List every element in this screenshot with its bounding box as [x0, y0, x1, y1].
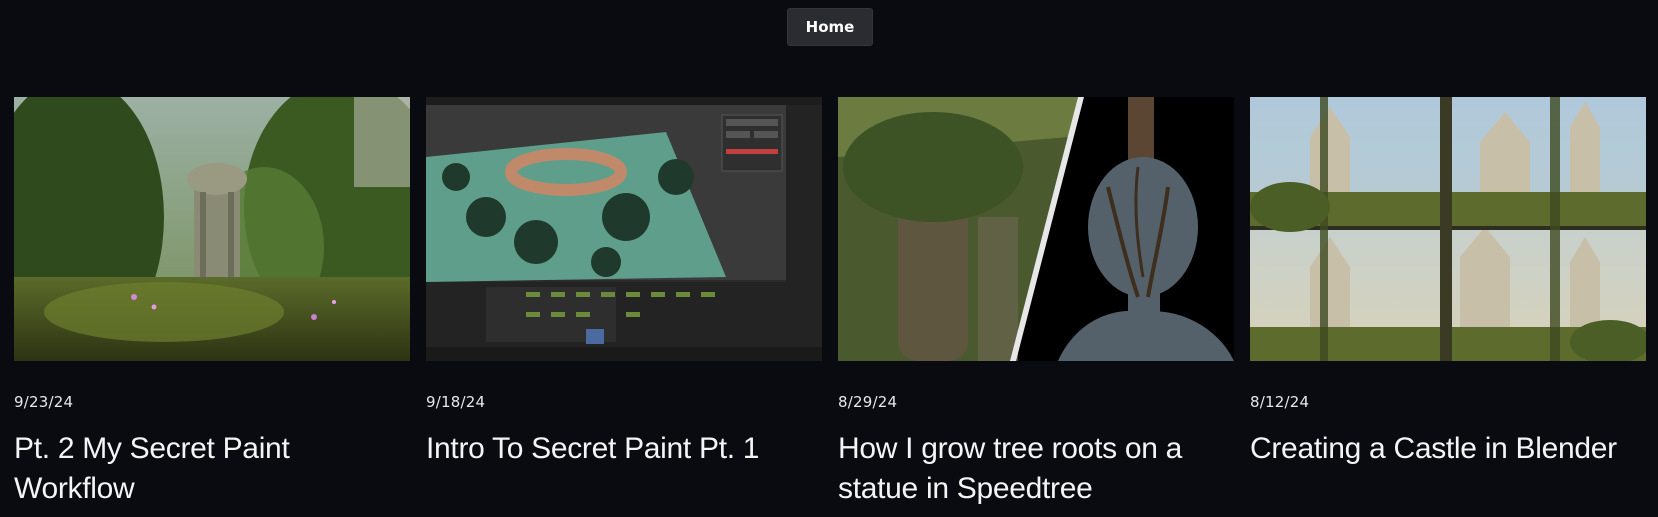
post-card[interactable]: 8/12/24 Creating a Castle in Blender [1250, 97, 1646, 469]
post-date: 8/12/24 [1250, 393, 1310, 411]
home-button[interactable]: Home [787, 8, 873, 46]
post-title[interactable]: Intro To Secret Paint Pt. 1 [426, 429, 822, 469]
post-thumbnail[interactable] [426, 97, 822, 361]
post-card[interactable]: 8/29/24 How I grow tree roots on a statu… [838, 97, 1234, 509]
post-card[interactable]: 9/23/24 Pt. 2 My Secret Paint Workflow [14, 97, 410, 509]
post-card[interactable]: 9/18/24 Intro To Secret Paint Pt. 1 [426, 97, 822, 469]
forest-gazebo-image [14, 97, 410, 361]
post-thumbnail[interactable] [14, 97, 410, 361]
post-title[interactable]: How I grow tree roots on a statue in Spe… [838, 429, 1234, 509]
post-date: 8/29/24 [838, 393, 898, 411]
castle-grid-image [1250, 97, 1646, 361]
blender-screenshot-image [426, 97, 822, 361]
post-date: 9/23/24 [14, 393, 74, 411]
tree-roots-statue-image [838, 97, 1234, 361]
post-title[interactable]: Creating a Castle in Blender [1250, 429, 1646, 469]
post-date: 9/18/24 [426, 393, 486, 411]
post-title[interactable]: Pt. 2 My Secret Paint Workflow [14, 429, 410, 509]
post-thumbnail[interactable] [1250, 97, 1646, 361]
post-thumbnail[interactable] [838, 97, 1234, 361]
